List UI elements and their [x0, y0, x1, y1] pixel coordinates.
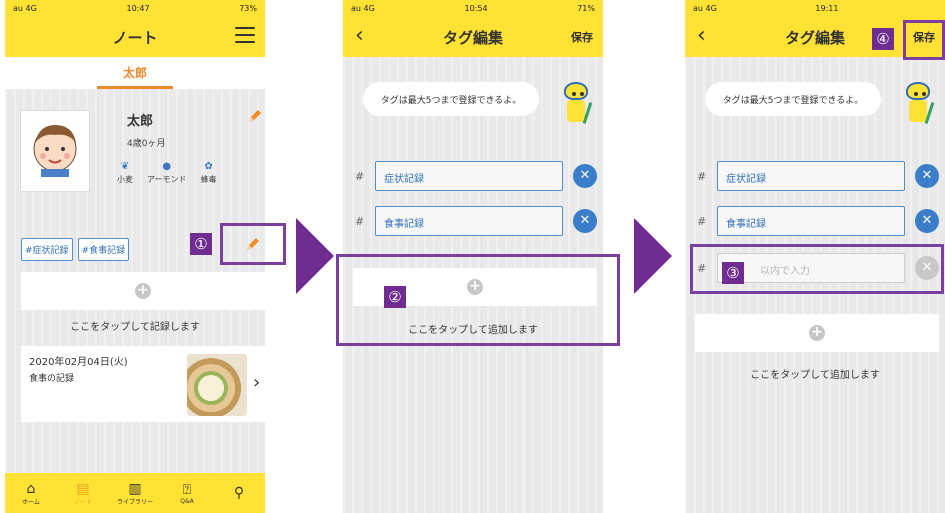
- home-icon: ⌂: [26, 480, 36, 497]
- almond-icon: ●: [162, 161, 172, 172]
- menu-icon[interactable]: [235, 27, 255, 45]
- child-tab-bar: 太郎: [5, 57, 265, 89]
- child-face-icon: [33, 125, 77, 177]
- clock: 10:47: [126, 4, 150, 13]
- hash-icon: #: [697, 170, 707, 183]
- tag-chip[interactable]: #食事記録: [77, 238, 130, 261]
- meal-photo: [187, 354, 247, 416]
- tag-list: #症状記録 #食事記録: [21, 238, 130, 261]
- carrier-label: au 4G: [351, 4, 375, 13]
- allergy-label: アーモンド: [147, 175, 187, 184]
- bee-icon: ✿: [204, 161, 213, 172]
- plus-icon: +: [809, 325, 825, 341]
- tag-input[interactable]: 症状記録: [375, 161, 563, 191]
- clock: 19:11: [815, 4, 839, 13]
- highlight-box: [336, 254, 620, 346]
- mascot-icon: [900, 78, 936, 132]
- carrier-label: au 4G: [693, 4, 717, 13]
- allergy-label: 小麦: [117, 175, 133, 184]
- allergy-label: 蜂毒: [200, 175, 217, 184]
- nav-pin[interactable]: ⚲: [219, 485, 259, 501]
- battery-label: 73%: [239, 4, 257, 13]
- add-record-label: ここをタップして記録します: [70, 322, 200, 333]
- tag-input[interactable]: 食事記録: [717, 206, 905, 236]
- header: ノート: [5, 17, 265, 57]
- delete-tag-button[interactable]: ✕: [573, 164, 597, 188]
- library-icon: ▥: [128, 480, 142, 497]
- delete-tag-button[interactable]: ✕: [915, 209, 939, 233]
- back-chevron-icon[interactable]: ‹: [355, 24, 371, 48]
- hint-bubble: タグは最大5つまで登録できるよ。: [363, 82, 540, 116]
- hash-icon: #: [355, 170, 365, 183]
- highlight-box: [903, 20, 945, 60]
- nav-note[interactable]: ▤ ノート: [63, 481, 103, 506]
- tag-input[interactable]: 食事記録: [375, 206, 563, 236]
- pin-icon: ⚲: [233, 485, 245, 501]
- hash-icon: #: [697, 215, 707, 228]
- hash-icon: #: [355, 215, 365, 228]
- status-bar: au 4G 10:54 71%: [343, 0, 603, 17]
- nav-label: ノート: [73, 498, 92, 506]
- highlight-box: [220, 223, 286, 265]
- note-icon: ▤: [76, 480, 90, 497]
- bottom-nav: ⌂ ホーム ▤ ノート ▥ ライブラリー ⍰ Q&A ⚲: [5, 473, 265, 513]
- page-title: タグ編集: [442, 28, 503, 47]
- status-bar: au 4G 10:47 73%: [5, 0, 265, 17]
- nav-label: ホーム: [22, 498, 40, 506]
- status-bar: au 4G 19:11: [685, 0, 945, 17]
- avatar: [20, 110, 90, 192]
- nav-home[interactable]: ⌂ ホーム: [11, 481, 51, 506]
- tab-child[interactable]: 太郎: [96, 64, 173, 89]
- qa-icon: ⍰: [182, 481, 192, 498]
- add-tag-button[interactable]: +: [695, 314, 939, 352]
- carrier-label: au 4G: [13, 4, 37, 13]
- add-record-button[interactable]: +: [21, 272, 265, 310]
- save-button[interactable]: 保存: [571, 29, 593, 45]
- step-marker: ③: [722, 262, 744, 284]
- allergy-item: ❦ 小麦: [117, 161, 133, 185]
- entry-type: 食事の記録: [29, 374, 75, 384]
- allergy-list: ❦ 小麦 ● アーモンド ✿ 蜂毒: [117, 161, 217, 185]
- mascot-icon: [558, 78, 594, 132]
- step-marker: ②: [384, 286, 406, 308]
- plus-icon: +: [135, 283, 151, 299]
- record-entry[interactable]: 2020年02月04日(火) 食事の記録 ›: [21, 346, 265, 422]
- hint-bubble: タグは最大5つまで登録できるよ。: [705, 82, 882, 116]
- entry-date: 2020年02月04日(火): [29, 357, 128, 368]
- arrow-right-icon: [634, 218, 672, 294]
- allergy-item: ✿ 蜂毒: [201, 161, 217, 185]
- add-tag-label: ここをタップして追加します: [750, 370, 880, 381]
- nav-library[interactable]: ▥ ライブラリー: [115, 481, 155, 506]
- header: ‹ タグ編集 保存: [343, 17, 603, 57]
- back-chevron-icon[interactable]: ‹: [697, 24, 713, 48]
- clock: 10:54: [464, 4, 488, 13]
- child-name: 太郎: [127, 114, 154, 129]
- page-title: タグ編集: [784, 28, 845, 47]
- delete-tag-button[interactable]: ✕: [915, 164, 939, 188]
- delete-tag-button[interactable]: ✕: [573, 209, 597, 233]
- allergy-item: ● アーモンド: [147, 161, 187, 185]
- wheat-icon: ❦: [120, 161, 130, 172]
- chevron-right-icon: ›: [253, 372, 261, 393]
- battery-label: 71%: [577, 4, 595, 13]
- tag-input[interactable]: 症状記録: [717, 161, 905, 191]
- nav-label: ライブラリー: [116, 498, 153, 506]
- step-marker: ①: [190, 233, 212, 255]
- page-title: ノート: [112, 28, 158, 47]
- child-age: 4歳0ヶ月: [127, 139, 166, 149]
- arrow-right-icon: [296, 218, 334, 294]
- step-marker: ④: [872, 28, 894, 50]
- edit-profile-pencil-icon[interactable]: [247, 108, 263, 124]
- nav-qa[interactable]: ⍰ Q&A: [167, 482, 207, 505]
- nav-label: Q&A: [180, 497, 194, 505]
- tag-chip[interactable]: #症状記録: [21, 238, 73, 261]
